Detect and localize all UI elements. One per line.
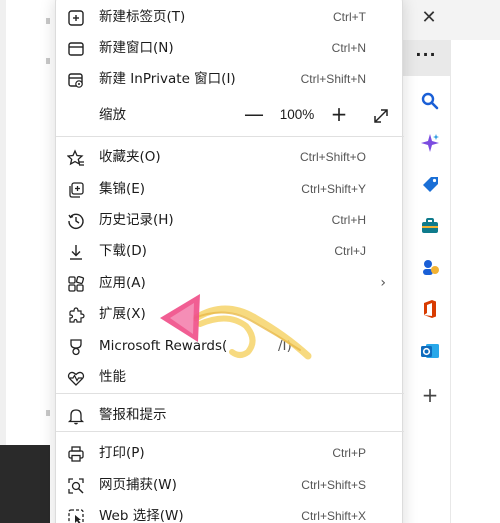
menu-item-label: 打印(P)	[99, 445, 145, 461]
menu-item-shortcut: Ctrl+Shift+O	[299, 150, 366, 164]
menu-item-shortcut: Ctrl+T	[333, 10, 366, 24]
web-select-icon	[66, 507, 86, 523]
zoom-out-button[interactable]: —	[242, 103, 266, 127]
page-edge-tick	[46, 410, 50, 416]
collections-icon	[66, 180, 86, 200]
download-icon	[66, 242, 86, 262]
sidebar-office-icon[interactable]	[418, 297, 442, 321]
menu-item-label: 性能	[99, 369, 126, 385]
sidebar-copilot-icon[interactable]	[418, 131, 442, 155]
menu-item-collections[interactable]: 集锦(E) Ctrl+Shift+Y	[56, 174, 404, 205]
sidebar-outlook-icon[interactable]	[418, 339, 442, 363]
menu-item-label: 应用(A)	[99, 275, 146, 291]
menu-item-label: 网页捕获(W)	[99, 477, 177, 493]
menu-item-extensions[interactable]: 扩展(X)	[56, 299, 404, 330]
sidebar-tools-icon[interactable]	[418, 214, 442, 238]
menu-item-performance[interactable]: 性能	[56, 362, 404, 393]
inprivate-window-icon	[66, 70, 86, 90]
menu-item-label: 警报和提示	[99, 407, 167, 423]
menu-item-print[interactable]: 打印(P) Ctrl+P	[56, 438, 404, 469]
menu-item-label-suffix: /I)	[278, 338, 292, 354]
sidebar-games-icon[interactable]	[418, 256, 442, 280]
page-edge-tick	[46, 18, 50, 24]
menu-item-history[interactable]: 历史记录(H) Ctrl+H	[56, 205, 404, 236]
zoom-control: 缩放 — 100% +	[56, 98, 404, 132]
menu-item-web-capture[interactable]: 网页捕获(W) Ctrl+Shift+S	[56, 470, 404, 501]
menu-item-shortcut: Ctrl+Shift+N	[300, 72, 366, 86]
menu-item-label: 新建窗口(N)	[99, 40, 174, 56]
menu-item-microsoft-rewards[interactable]: Microsoft Rewards( /I)	[56, 331, 404, 362]
sidebar	[450, 40, 500, 523]
menu-item-shortcut: Ctrl+N	[331, 41, 366, 55]
menu-item-shortcut: Ctrl+Shift+Y	[301, 182, 366, 196]
rewards-icon	[66, 337, 86, 357]
performance-icon	[66, 368, 86, 388]
menu-item-label: 扩展(X)	[99, 306, 146, 322]
alerts-icon	[66, 406, 86, 426]
favorites-icon	[66, 148, 86, 168]
menu-item-downloads[interactable]: 下载(D) Ctrl+J	[56, 236, 404, 267]
new-window-icon	[66, 39, 86, 59]
menu-item-label: 新建标签页(T)	[99, 9, 186, 25]
menu-divider	[56, 393, 404, 394]
sidebar-shopping-icon[interactable]	[418, 172, 442, 196]
sidebar-search-icon[interactable]	[418, 89, 442, 113]
menu-item-label: Microsoft Rewards(	[99, 338, 228, 354]
menu-item-new-window[interactable]: 新建窗口(N) Ctrl+N	[56, 33, 404, 64]
page-dark-area	[0, 445, 50, 523]
sidebar-add-icon[interactable]: +	[418, 383, 442, 407]
menu-item-label: 集锦(E)	[99, 181, 146, 197]
zoom-level: 100%	[279, 107, 315, 122]
history-icon	[66, 211, 86, 231]
settings-and-more-button[interactable]: ···	[412, 44, 440, 72]
menu-item-apps[interactable]: 应用(A) ›	[56, 268, 404, 299]
print-icon	[66, 444, 86, 464]
menu-item-label: 历史记录(H)	[99, 212, 174, 228]
close-window-button[interactable]: ✕	[418, 6, 440, 30]
menu-item-shortcut: Ctrl+P	[332, 446, 366, 460]
fullscreen-icon[interactable]	[370, 105, 392, 127]
zoom-in-button[interactable]: +	[327, 103, 351, 127]
page-edge-tick	[46, 58, 50, 64]
new-tab-icon	[66, 8, 86, 28]
menu-item-favorites[interactable]: 收藏夹(O) Ctrl+Shift+O	[56, 142, 404, 173]
settings-menu: 新建标签页(T) Ctrl+T 新建窗口(N) Ctrl+N 新建 InPriv…	[55, 0, 404, 523]
zoom-label: 缩放	[99, 107, 126, 123]
menu-item-alerts-and-tips[interactable]: 警报和提示	[56, 400, 404, 431]
menu-item-shortcut: Ctrl+H	[331, 213, 366, 227]
chevron-right-icon: ›	[380, 275, 386, 291]
menu-item-label: Web 选择(W)	[99, 508, 184, 523]
extensions-icon	[66, 305, 86, 325]
menu-item-label: 收藏夹(O)	[99, 149, 161, 165]
menu-item-shortcut: Ctrl+J	[334, 244, 366, 258]
menu-item-new-tab[interactable]: 新建标签页(T) Ctrl+T	[56, 2, 404, 33]
menu-item-label: 下载(D)	[99, 243, 147, 259]
menu-divider	[56, 136, 404, 137]
menu-divider	[56, 431, 404, 432]
menu-item-shortcut: Ctrl+Shift+X	[301, 509, 366, 523]
menu-item-web-select[interactable]: Web 选择(W) Ctrl+Shift+X	[56, 501, 404, 523]
menu-item-label: 新建 InPrivate 窗口(I)	[99, 71, 236, 87]
menu-item-new-inprivate-window[interactable]: 新建 InPrivate 窗口(I) Ctrl+Shift+N	[56, 64, 404, 95]
web-capture-icon	[66, 476, 86, 496]
apps-icon	[66, 274, 86, 294]
menu-item-shortcut: Ctrl+Shift+S	[301, 478, 366, 492]
page-background-left	[0, 0, 50, 523]
